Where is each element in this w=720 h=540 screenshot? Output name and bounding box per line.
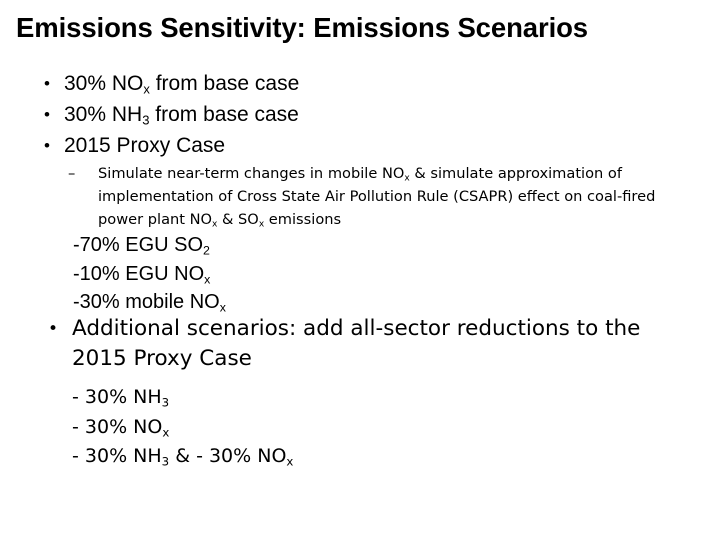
- list-item-label: 30% NOx from base case: [64, 68, 698, 99]
- reduction-text: - 30% NH: [72, 445, 162, 467]
- reduction-subscript: x: [204, 271, 211, 286]
- reduction-text: - 30% NH: [72, 386, 162, 408]
- reduction-text-2: & - 30% NO: [169, 445, 287, 467]
- slide-canvas: Emissions Sensitivity: Emissions Scenari…: [0, 0, 720, 540]
- list-item: • 2015 Proxy Case: [38, 130, 698, 161]
- reduction-subscript: 2: [203, 243, 210, 258]
- reduction-text: - 30% NO: [72, 415, 163, 438]
- proxy-case-reduction-list: -70% EGU SO2 -10% EGU NOx -30% mobile NO…: [73, 231, 226, 317]
- list-item-text-prefix: 2015 Proxy Case: [64, 134, 226, 157]
- list-item-label: 30% NH3 from base case: [64, 99, 698, 130]
- reduction-subscript: x: [162, 424, 170, 439]
- page-title: Emissions Sensitivity: Emissions Scenari…: [16, 12, 588, 43]
- description-part-3: & SO: [217, 211, 259, 228]
- list-item-text-prefix: 30% NO: [64, 72, 144, 95]
- list-item: - 30% NH3 & - 30% NOx: [72, 442, 293, 472]
- additional-scenarios-bullet: • Additional scenarios: add all-sector r…: [48, 314, 678, 374]
- reduction-text: -70% EGU SO: [73, 234, 204, 256]
- list-item: - 30% NOx: [72, 413, 293, 443]
- bullet-icon: •: [44, 105, 50, 124]
- reduction-text: -10% EGU NO: [73, 262, 205, 285]
- list-item: • 30% NOx from base case: [38, 68, 698, 99]
- reduction-subscript: x: [219, 300, 226, 315]
- list-item-text-suffix: from base case: [149, 103, 299, 126]
- additional-reduction-list: - 30% NH3 - 30% NOx - 30% NH3 & - 30% NO…: [72, 383, 293, 472]
- list-item: • 30% NH3 from base case: [38, 99, 698, 130]
- bullet-icon: •: [44, 136, 50, 155]
- list-item-text-prefix: 30% NH: [64, 103, 143, 126]
- reduction-subscript-2: x: [286, 454, 294, 469]
- list-item: - 30% NH3: [72, 383, 293, 413]
- reduction-subscript: 3: [161, 395, 170, 410]
- list-item: -30% mobile NOx: [73, 288, 226, 317]
- description-part-1: Simulate near-term changes in mobile NO: [98, 165, 405, 182]
- list-item-text-suffix: from base case: [149, 72, 300, 95]
- bullet-icon: •: [44, 74, 50, 93]
- dash-icon: –: [68, 165, 76, 182]
- bullet-icon: •: [48, 319, 59, 339]
- list-item: -10% EGU NOx: [73, 260, 226, 289]
- proxy-case-description-text: Simulate near-term changes in mobile NOx…: [98, 162, 668, 231]
- list-item-label: 2015 Proxy Case: [64, 130, 698, 161]
- reduction-text: -30% mobile NO: [73, 291, 220, 313]
- emission-scenarios-list: • 30% NOx from base case • 30% NH3 from …: [38, 68, 698, 161]
- proxy-case-description: – Simulate near-term changes in mobile N…: [68, 162, 668, 231]
- additional-scenarios-text: Additional scenarios: add all-sector red…: [72, 316, 641, 371]
- description-part-4: emissions: [264, 211, 342, 228]
- list-item: -70% EGU SO2: [73, 231, 226, 260]
